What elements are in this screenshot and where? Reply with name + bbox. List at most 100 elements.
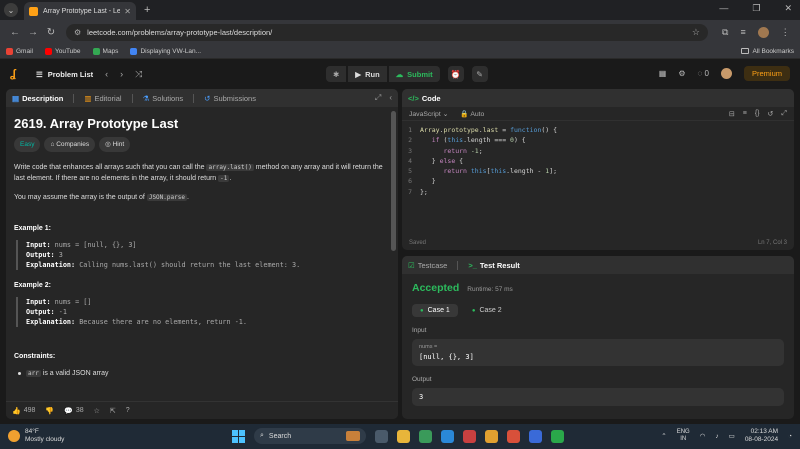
run-button[interactable]: ▶ Run: [348, 66, 387, 82]
minimize-icon[interactable]: —: [719, 3, 728, 14]
braces-icon[interactable]: {}: [755, 110, 760, 118]
language-indicator[interactable]: ENG IN: [677, 429, 690, 443]
tab-close-icon[interactable]: ✕: [124, 7, 131, 16]
document-icon: ▤: [12, 93, 20, 103]
clock[interactable]: 02:13 AM 08-08-2024: [745, 428, 778, 444]
example-1-title: Example 1:: [14, 225, 51, 232]
tab-test-result[interactable]: >_ Test Result: [468, 261, 519, 270]
notes-icon[interactable]: ✎: [471, 66, 488, 82]
tab-description[interactable]: ▤ Description: [12, 94, 63, 103]
url-input[interactable]: ⚙ leetcode.com/problems/array-prototype-…: [66, 23, 708, 41]
tab-submissions[interactable]: ↺ Submissions: [204, 94, 256, 103]
bookmark-icon[interactable]: ⊟: [729, 110, 735, 118]
maximize-icon[interactable]: ❐: [752, 3, 760, 14]
site-info-icon[interactable]: ⚙: [74, 28, 81, 37]
profile-avatar[interactable]: [757, 26, 769, 38]
thumbs-up-icon: 👍: [12, 407, 21, 415]
app-icon[interactable]: [419, 429, 432, 443]
extensions-icon[interactable]: ⧉: [722, 27, 728, 38]
new-tab-icon[interactable]: +: [144, 4, 150, 16]
difficulty-badge[interactable]: Easy: [14, 137, 41, 152]
comments-button[interactable]: 💬 38: [64, 407, 84, 415]
fullscreen-icon[interactable]: ⤢: [781, 110, 787, 118]
reset-icon[interactable]: ↺: [768, 110, 774, 118]
leetcode-logo-icon[interactable]: ʆ: [10, 68, 22, 80]
weather-widget[interactable]: 84°F Mostly cloudy: [8, 428, 64, 444]
bookmark-star-icon[interactable]: ☆: [692, 27, 700, 38]
hint-chip[interactable]: ◎ Hint: [99, 137, 131, 152]
tab-strip-icon[interactable]: ≡: [740, 27, 745, 37]
code-editor[interactable]: 1 Array.prototype.last = function() { 2 i…: [402, 121, 794, 197]
back-icon[interactable]: ←: [6, 27, 24, 38]
input-var-name: nums =: [419, 344, 438, 350]
collapse-icon[interactable]: ‹: [389, 93, 392, 103]
file-explorer-icon[interactable]: [397, 429, 410, 443]
image-icon: [130, 47, 138, 55]
book-icon: ▥: [84, 93, 92, 103]
test-panel: ☑ Testcase >_ Test Result Accepted Runtime…: [402, 256, 794, 419]
app-icon[interactable]: [463, 429, 476, 443]
bookmark-youtube[interactable]: YouTube: [44, 47, 81, 55]
reload-icon[interactable]: ↻: [42, 27, 60, 38]
description-scrollbar[interactable]: [391, 111, 396, 251]
all-bookmarks[interactable]: All Bookmarks: [741, 48, 794, 55]
bookmark-vw-lan[interactable]: Displaying VW-Lan...: [130, 47, 201, 55]
case-1-tab[interactable]: ● Case 1: [412, 304, 458, 317]
tab-testcase[interactable]: ☑ Testcase: [408, 261, 447, 270]
window-close-icon[interactable]: ✕: [784, 3, 792, 14]
tray-chevron-icon[interactable]: ⌃: [661, 432, 666, 440]
premium-button[interactable]: Premium: [743, 66, 790, 81]
tab-solutions[interactable]: ⚗ Solutions: [143, 94, 184, 103]
code-panel: </> Code JavaScript ⌄ 🔒 Auto ⊟ ≡ {} ↺ ⤢ 1…: [402, 89, 794, 250]
layout-icon[interactable]: ▦: [659, 69, 667, 78]
chrome-icon[interactable]: [507, 429, 520, 443]
volume-icon[interactable]: ♪: [715, 433, 718, 440]
constraint-item: arr is a valid JSON array: [18, 368, 390, 379]
submit-button[interactable]: ☁ Submit: [388, 66, 440, 82]
streak-counter[interactable]: ◌ 0: [698, 69, 709, 78]
input-box: nums = [null, {}, 3]: [412, 339, 784, 366]
pass-dot-icon: ●: [471, 307, 476, 314]
tab-editorial[interactable]: ▥ Editorial: [84, 94, 121, 103]
companies-chip[interactable]: ⌂ Companies: [44, 137, 96, 152]
thumbs-down-icon[interactable]: 👎: [45, 407, 54, 415]
problem-list-button[interactable]: ☰ Problem List: [36, 70, 93, 79]
like-button[interactable]: 👍 498: [12, 407, 35, 415]
chrome-icon[interactable]: [485, 429, 498, 443]
format-icon[interactable]: ≡: [743, 110, 747, 118]
favorite-star-icon[interactable]: ☆: [94, 407, 100, 415]
edge-icon[interactable]: [441, 429, 454, 443]
forward-icon[interactable]: →: [24, 27, 42, 38]
output-box: 3: [412, 388, 784, 406]
leetcode-favicon-icon: [29, 6, 38, 16]
expand-icon[interactable]: ⤢: [375, 93, 381, 103]
task-view-icon[interactable]: [375, 429, 388, 443]
settings-icon[interactable]: ⚙: [678, 69, 685, 78]
vscode-icon[interactable]: [529, 429, 542, 443]
start-icon[interactable]: [232, 429, 245, 443]
bookmark-maps[interactable]: Maps: [92, 47, 118, 55]
address-bar: ← → ↻ ⚙ leetcode.com/problems/array-prot…: [0, 20, 800, 44]
taskbar-search[interactable]: ⌕ Search: [254, 428, 366, 444]
input-value: [null, {}, 3]: [419, 353, 474, 361]
user-avatar[interactable]: [720, 68, 732, 79]
test-panel-tabs: ☑ Testcase >_ Test Result: [402, 256, 794, 274]
wifi-icon[interactable]: ◠: [700, 432, 706, 440]
notification-icon[interactable]: ◔: [788, 433, 792, 440]
help-icon[interactable]: ?: [126, 407, 130, 414]
timer-icon[interactable]: ⏰: [447, 66, 464, 82]
chrome-menu-icon[interactable]: ⋮: [781, 27, 790, 38]
debug-button[interactable]: ✱: [326, 66, 347, 82]
case-2-tab[interactable]: ● Case 2: [464, 304, 510, 317]
prev-problem-icon[interactable]: ‹: [105, 69, 108, 80]
tab-search-icon[interactable]: ⌄: [4, 3, 18, 17]
whatsapp-icon[interactable]: [551, 429, 564, 443]
next-problem-icon[interactable]: ›: [120, 69, 123, 80]
auto-mode-toggle[interactable]: 🔒 Auto: [460, 110, 484, 118]
bookmark-gmail[interactable]: Gmail: [6, 47, 33, 55]
language-select[interactable]: JavaScript ⌄: [409, 110, 448, 118]
battery-icon[interactable]: ▭: [729, 432, 735, 440]
shuffle-icon[interactable]: ⤨: [135, 69, 142, 80]
share-icon[interactable]: ⇱: [110, 407, 116, 415]
browser-tab[interactable]: Array Prototype Last - LeetCode ✕: [24, 2, 136, 20]
